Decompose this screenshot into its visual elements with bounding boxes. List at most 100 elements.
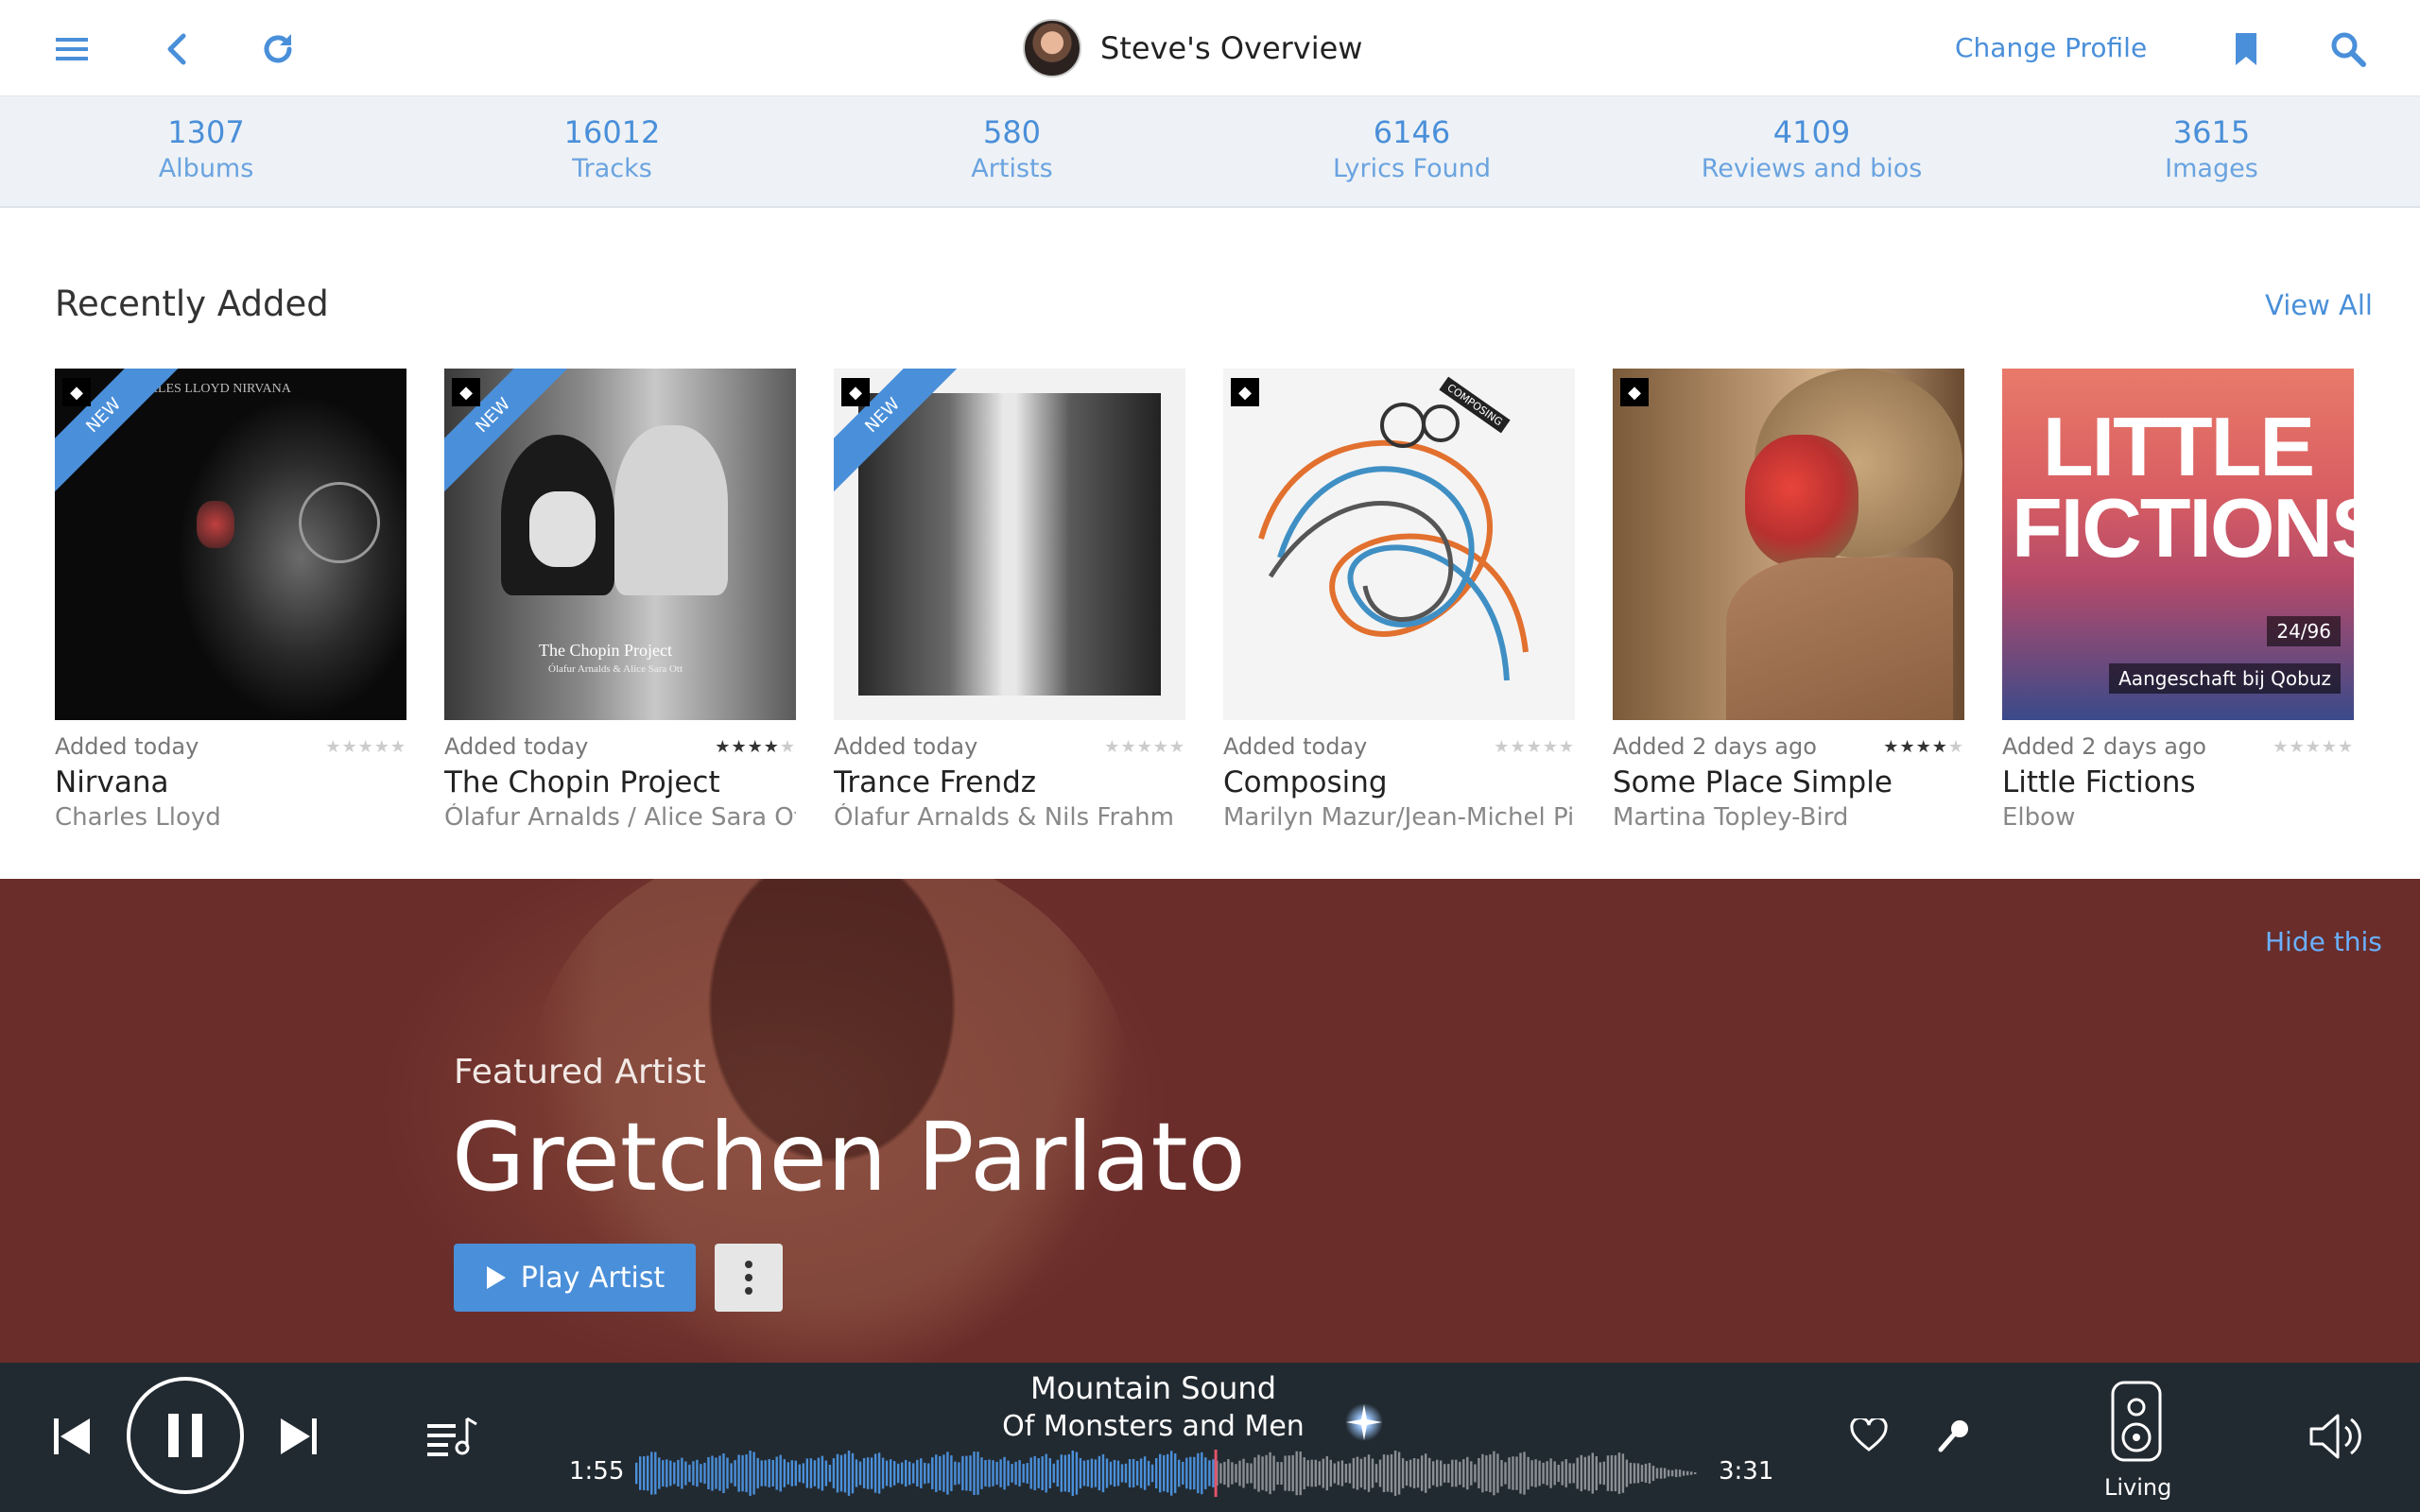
star-icon[interactable]: ★ <box>2273 737 2289 757</box>
pause-button[interactable] <box>127 1377 244 1494</box>
waveform-bar <box>851 1452 855 1494</box>
play-artist-button[interactable]: Play Artist <box>454 1244 696 1312</box>
favorite-button[interactable] <box>1845 1412 1893 1459</box>
album-artist[interactable]: Ólafur Arnalds & Nils Frahm <box>834 803 1185 832</box>
album-title[interactable]: Trance Frendz <box>834 765 1185 799</box>
album-card[interactable]: ◆ Added 2 days ago ★★★★★ Some Place Simp… <box>1613 369 1964 832</box>
album-cover[interactable]: LITTLE FICTIONS 24/96 Aangeschaft bij Qo… <box>2002 369 2354 720</box>
star-icon[interactable]: ★ <box>1948 737 1964 757</box>
star-icon[interactable]: ★ <box>374 737 390 757</box>
star-icon[interactable]: ★ <box>2338 737 2354 757</box>
volume-button[interactable] <box>2307 1408 2363 1465</box>
waveform-bar <box>1231 1462 1234 1485</box>
rating-stars[interactable]: ★★★★★ <box>1104 737 1185 757</box>
now-playing-title[interactable]: Mountain Sound <box>870 1370 1437 1406</box>
more-options-button[interactable] <box>715 1244 783 1312</box>
album-artist[interactable]: Charles Lloyd <box>55 803 406 832</box>
hide-this-link[interactable]: Hide this <box>2265 926 2382 957</box>
album-title[interactable]: Some Place Simple <box>1613 765 1964 799</box>
rating-stars[interactable]: ★★★★★ <box>2273 737 2354 757</box>
album-cover[interactable]: ◆ NEW The Chopin Project Ólafur Arnalds … <box>444 369 796 720</box>
star-icon[interactable]: ★ <box>1153 737 1169 757</box>
stat-reviews[interactable]: 4109 Reviews and bios <box>1612 96 2012 206</box>
view-all-link[interactable]: View All <box>2265 289 2373 321</box>
star-icon[interactable]: ★ <box>1510 737 1526 757</box>
star-icon[interactable]: ★ <box>1883 737 1899 757</box>
star-icon[interactable]: ★ <box>2306 737 2322 757</box>
waveform-bar <box>821 1455 824 1491</box>
waveform-bar <box>1314 1459 1317 1487</box>
album-card[interactable]: ◆ COMPOSING Added today ★★★★★ Composing … <box>1223 369 1575 832</box>
star-icon[interactable]: ★ <box>715 737 731 757</box>
search-icon[interactable] <box>2324 25 2373 74</box>
stat-images[interactable]: 3615 Images <box>2012 96 2411 206</box>
star-icon[interactable]: ★ <box>325 737 341 757</box>
waveform-bar <box>1048 1458 1051 1488</box>
waveform-bar <box>1223 1461 1226 1486</box>
album-title[interactable]: The Chopin Project <box>444 765 796 799</box>
back-icon[interactable] <box>151 25 200 74</box>
featured-artist-name[interactable]: Gretchen Parlato <box>452 1106 1246 1210</box>
star-icon[interactable]: ★ <box>780 737 796 757</box>
stat-artists[interactable]: 580 Artists <box>812 96 1212 206</box>
refresh-icon[interactable] <box>253 25 302 74</box>
waveform-bar <box>1022 1464 1025 1483</box>
waveform-seekbar[interactable] <box>635 1450 1698 1497</box>
star-icon[interactable]: ★ <box>764 737 780 757</box>
album-title[interactable]: Little Fictions <box>2002 765 2354 799</box>
zone-label[interactable]: Living <box>2104 1474 2171 1501</box>
zone-button[interactable] <box>2104 1374 2169 1469</box>
waveform-bar <box>1455 1459 1458 1487</box>
star-icon[interactable]: ★ <box>390 737 406 757</box>
album-cover[interactable]: ◆ COMPOSING <box>1223 369 1575 720</box>
queue-button[interactable] <box>424 1412 480 1459</box>
skip-previous-icon <box>54 1418 90 1454</box>
star-icon[interactable]: ★ <box>1169 737 1185 757</box>
album-artist[interactable]: Elbow <box>2002 803 2354 832</box>
album-title[interactable]: Nirvana <box>55 765 406 799</box>
album-artist[interactable]: Martina Topley-Bird <box>1613 803 1964 832</box>
change-profile-link[interactable]: Change Profile <box>1955 32 2147 63</box>
stat-albums[interactable]: 1307 Albums <box>0 96 412 206</box>
album-cover[interactable]: ◆ <box>1613 369 1964 720</box>
star-icon[interactable]: ★ <box>1104 737 1120 757</box>
album-card[interactable]: ◆ NEW Added today ★★★★★ Trance Frendz Ól… <box>834 369 1185 832</box>
stat-tracks[interactable]: 16012 Tracks <box>412 96 812 206</box>
star-icon[interactable]: ★ <box>341 737 357 757</box>
star-icon[interactable]: ★ <box>2289 737 2305 757</box>
star-icon[interactable]: ★ <box>1899 737 1915 757</box>
album-cover[interactable]: ◆ NEW <box>834 369 1185 720</box>
star-icon[interactable]: ★ <box>731 737 747 757</box>
album-cover[interactable]: ◆ NEW CHARLES LLOYD NIRVANA <box>55 369 406 720</box>
bookmark-icon[interactable] <box>2221 25 2271 74</box>
playhead[interactable] <box>1214 1450 1218 1497</box>
rating-stars[interactable]: ★★★★★ <box>1883 737 1964 757</box>
star-icon[interactable]: ★ <box>1527 737 1543 757</box>
next-track-button[interactable] <box>274 1410 323 1463</box>
stat-label: Images <box>2165 154 2258 183</box>
star-icon[interactable]: ★ <box>1932 737 1948 757</box>
star-icon[interactable]: ★ <box>748 737 764 757</box>
album-artist[interactable]: Ólafur Arnalds / Alice Sara Ott <box>444 803 796 832</box>
star-icon[interactable]: ★ <box>1494 737 1510 757</box>
stat-lyrics[interactable]: 6146 Lyrics Found <box>1212 96 1612 206</box>
album-artist[interactable]: Marilyn Mazur/Jean-Michel Pilc <box>1223 803 1575 832</box>
rating-stars[interactable]: ★★★★★ <box>1494 737 1575 757</box>
album-card[interactable]: ◆ NEW The Chopin Project Ólafur Arnalds … <box>444 369 796 832</box>
star-icon[interactable]: ★ <box>1543 737 1559 757</box>
star-icon[interactable]: ★ <box>358 737 374 757</box>
menu-icon[interactable] <box>47 25 96 74</box>
star-icon[interactable]: ★ <box>1559 737 1575 757</box>
star-icon[interactable]: ★ <box>2322 737 2338 757</box>
rating-stars[interactable]: ★★★★★ <box>715 737 796 757</box>
lyrics-button[interactable] <box>1930 1412 1978 1459</box>
star-icon[interactable]: ★ <box>1916 737 1932 757</box>
star-icon[interactable]: ★ <box>1137 737 1153 757</box>
rating-stars[interactable]: ★★★★★ <box>325 737 406 757</box>
star-icon[interactable]: ★ <box>1120 737 1136 757</box>
album-title[interactable]: Composing <box>1223 765 1575 799</box>
previous-track-button[interactable] <box>47 1410 96 1463</box>
cover-text: LITTLE FICTIONS <box>2012 400 2354 575</box>
album-card[interactable]: ◆ NEW CHARLES LLOYD NIRVANA Added today … <box>55 369 406 832</box>
album-card[interactable]: LITTLE FICTIONS 24/96 Aangeschaft bij Qo… <box>2002 369 2354 832</box>
